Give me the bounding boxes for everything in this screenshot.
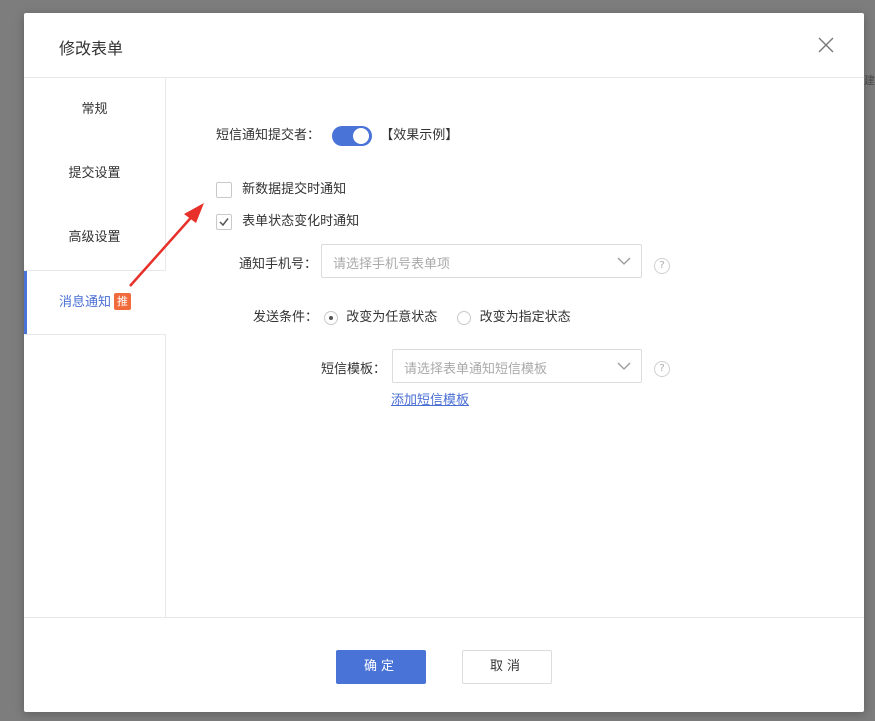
radio-specific-state-label[interactable]: 改变为指定状态: [480, 310, 571, 325]
new-data-option[interactable]: 新数据提交时通知: [216, 178, 346, 198]
sms-notify-row: 短信通知提交者： 【效果示例】: [216, 124, 458, 146]
sms-notify-toggle[interactable]: [332, 125, 373, 146]
settings-sidebar: 常规 提交设置 高级设置 消息通知推: [24, 78, 166, 617]
sidebar-item-submit-settings[interactable]: 提交设置: [24, 142, 165, 206]
cancel-button[interactable]: 取消: [462, 650, 552, 684]
sidebar-item-label: 消息通知: [58, 295, 111, 310]
edit-form-dialog: 修改表单 常规 提交设置 高级设置 消息通知推 短信通知提交者： 【效果示例】 …: [24, 13, 864, 712]
sidebar-item-label: 常规: [81, 102, 108, 117]
sidebar-item-label: 高级设置: [68, 230, 121, 245]
sms-template-label: 短信模板：: [321, 362, 387, 377]
chevron-down-icon: [617, 257, 631, 265]
phone-select[interactable]: 请选择手机号表单项: [321, 244, 642, 278]
sidebar-item-general[interactable]: 常规: [24, 78, 165, 142]
status-change-label: 表单状态变化时通知: [242, 214, 360, 229]
sms-template-select[interactable]: 请选择表单通知短信模板: [392, 349, 642, 383]
send-condition-label: 发送条件：: [253, 310, 319, 325]
dialog-header: 修改表单: [24, 13, 864, 78]
new-data-label: 新数据提交时通知: [242, 182, 347, 197]
chevron-down-icon: [617, 362, 631, 370]
radio-any-state-label[interactable]: 改变为任意状态: [346, 310, 437, 325]
sidebar-item-label: 提交设置: [68, 166, 121, 181]
sidebar-item-message-notify[interactable]: 消息通知推: [24, 270, 166, 335]
recommend-badge: 推: [114, 293, 131, 310]
check-icon: [219, 217, 229, 226]
sms-template-placeholder: 请选择表单通知短信模板: [404, 362, 548, 377]
sms-template-help-icon[interactable]: ?: [654, 361, 670, 377]
effect-example-link[interactable]: 【效果示例】: [380, 128, 458, 143]
radio-specific-state[interactable]: [457, 310, 472, 325]
toggle-knob: [353, 127, 370, 144]
notify-settings-panel: 短信通知提交者： 【效果示例】 新数据提交时通知 表单状态变化时通知 通知手机号…: [166, 78, 864, 617]
sidebar-item-advanced-settings[interactable]: 高级设置: [24, 206, 165, 270]
confirm-button[interactable]: 确定: [336, 650, 426, 684]
send-condition-row: 发送条件： 改变为任意状态 改变为指定状态: [253, 306, 571, 325]
status-change-checkbox[interactable]: [216, 213, 232, 230]
phone-select-placeholder: 请选择手机号表单项: [333, 257, 451, 272]
close-icon[interactable]: [818, 37, 834, 53]
dialog-title: 修改表单: [59, 39, 124, 58]
phone-help-icon[interactable]: ?: [654, 258, 670, 274]
phone-field-label: 通知手机号：: [239, 257, 318, 272]
new-data-checkbox[interactable]: [216, 181, 232, 198]
add-sms-template-link[interactable]: 添加短信模板: [391, 389, 469, 408]
radio-any-state[interactable]: [324, 310, 339, 325]
sms-notify-label: 短信通知提交者：: [216, 128, 321, 143]
dialog-footer: 确定 取消: [24, 617, 864, 713]
status-change-option[interactable]: 表单状态变化时通知: [216, 210, 359, 230]
